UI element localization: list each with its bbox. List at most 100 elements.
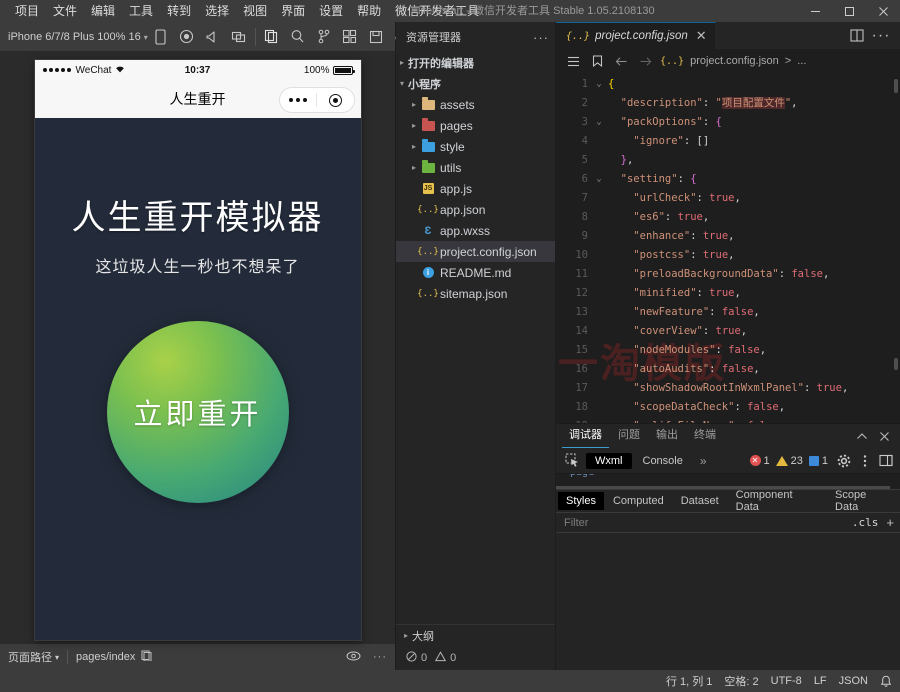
close-icon[interactable] (874, 424, 894, 448)
wxml-horizontal-scrollbar[interactable] (556, 486, 890, 489)
menu-item-7[interactable]: 界面 (274, 0, 312, 22)
explorer-more-icon[interactable]: ··· (533, 30, 549, 45)
devtools-tab-wxml[interactable]: Wxml (586, 453, 632, 469)
info-badge[interactable]: 1 (809, 455, 828, 467)
tree-item-project-config-json[interactable]: {..}project.config.json (396, 241, 555, 262)
code-line[interactable]: "coverView": true, (608, 322, 900, 341)
dock-panel-icon[interactable] (876, 450, 896, 472)
indent-setting[interactable]: 空格: 2 (724, 673, 758, 689)
code-editor[interactable]: ◕ 一淘模版 12345678910111213141516171819 ⌄⌄⌄… (556, 73, 900, 423)
menu-item-9[interactable]: 帮助 (350, 0, 388, 22)
code-line[interactable]: "urlCheck": true, (608, 189, 900, 208)
code-line[interactable]: "newFeature": false, (608, 303, 900, 322)
tree-item-app-js[interactable]: JSapp.js (396, 178, 555, 199)
code-line[interactable]: }, (608, 151, 900, 170)
close-button[interactable] (866, 0, 900, 22)
menu-item-6[interactable]: 视图 (236, 0, 274, 22)
code-line[interactable]: "showShadowRootInWxmlPanel": true, (608, 379, 900, 398)
devtools-more-tabs-icon[interactable]: » (694, 454, 713, 468)
menu-item-1[interactable]: 文件 (46, 0, 84, 22)
bookmark-icon[interactable] (588, 55, 606, 67)
inspect-element-icon[interactable] (560, 451, 584, 471)
save-icon[interactable] (363, 24, 389, 50)
editor-scroll-thumb[interactable] (894, 358, 898, 370)
fold-toggle[interactable]: ⌄ (592, 170, 606, 189)
volume-icon[interactable] (200, 24, 226, 50)
wxml-tree-view[interactable]: <page> (556, 474, 900, 490)
tree-item-pages[interactable]: ▸pages (396, 115, 555, 136)
tree-item-style[interactable]: ▸style (396, 136, 555, 157)
code-line[interactable]: { (608, 75, 900, 94)
close-icon[interactable]: ✕ (696, 28, 707, 44)
code-line[interactable]: "minified": true, (608, 284, 900, 303)
device-selector[interactable]: iPhone 6/7/8 Plus 100% 16▾ (8, 31, 148, 43)
wxml-root-node[interactable]: <page> (564, 474, 600, 478)
styles-subtab-computed[interactable]: Computed (605, 492, 672, 510)
chevron-up-icon[interactable] (852, 424, 872, 448)
menu-item-0[interactable]: 项目 (8, 0, 46, 22)
search-icon[interactable] (285, 24, 311, 50)
code-line[interactable]: "enhance": true, (608, 227, 900, 246)
outline-section[interactable]: ▸ 大纲 (396, 624, 555, 646)
breadcrumb-tail[interactable]: ... (797, 55, 806, 67)
explorer-section-0[interactable]: ▸打开的编辑器 (396, 52, 555, 73)
debugger-tab-3[interactable]: 终端 (687, 424, 723, 448)
code-line[interactable]: "scopeDataCheck": false, (608, 398, 900, 417)
wechat-capsule-menu[interactable] (279, 87, 355, 113)
code-line[interactable]: "postcss": true, (608, 246, 900, 265)
error-badge[interactable]: ✕ 1 (750, 455, 770, 467)
debugger-tab-0[interactable]: 调试器 (562, 424, 609, 448)
menu-item-8[interactable]: 设置 (312, 0, 350, 22)
encoding-setting[interactable]: UTF-8 (771, 675, 802, 687)
styles-subtab-styles[interactable]: Styles (558, 492, 604, 510)
debugger-tab-2[interactable]: 输出 (649, 424, 685, 448)
code-line[interactable]: "es6": true, (608, 208, 900, 227)
tree-item-sitemap-json[interactable]: {..}sitemap.json (396, 283, 555, 304)
filter-input[interactable]: Filter (564, 517, 588, 529)
capsule-more-icon[interactable] (280, 98, 317, 102)
styles-filter-row[interactable]: Filter .cls + (556, 512, 900, 533)
tree-item-app-wxss[interactable]: Ɛapp.wxss (396, 220, 555, 241)
code-lines[interactable]: { "description": "项目配置文件", "packOptions"… (606, 75, 900, 423)
styles-subtab-dataset[interactable]: Dataset (673, 492, 727, 510)
code-line[interactable]: "nodeModules": false, (608, 341, 900, 360)
devtools-tab-console[interactable]: Console (634, 453, 692, 469)
warning-badge[interactable]: 23 (776, 455, 803, 467)
debugger-tab-1[interactable]: 问题 (611, 424, 647, 448)
restart-button[interactable]: 立即重开 (107, 321, 289, 503)
more-actions-icon[interactable]: ··· (870, 22, 892, 49)
fold-markers[interactable]: ⌄⌄⌄ (592, 75, 606, 423)
git-branch-icon[interactable] (311, 24, 337, 50)
more-icon[interactable]: ··· (373, 651, 387, 663)
code-line[interactable]: "description": "项目配置文件", (608, 94, 900, 113)
menu-item-10[interactable]: 微信开发者工具 (388, 0, 486, 22)
kebab-menu-icon[interactable] (855, 450, 875, 472)
eol-setting[interactable]: LF (814, 675, 827, 687)
explorer-section-1[interactable]: ▾小程序 (396, 73, 555, 94)
tree-item-utils[interactable]: ▸utils (396, 157, 555, 178)
tree-item-readme-md[interactable]: iREADME.md (396, 262, 555, 283)
copy-icon[interactable] (259, 24, 285, 50)
capsule-close-icon[interactable] (317, 94, 354, 107)
menu-item-3[interactable]: 工具 (122, 0, 160, 22)
tree-item-assets[interactable]: ▸assets (396, 94, 555, 115)
add-rule-button[interactable]: + (886, 515, 894, 530)
menu-item-2[interactable]: 编辑 (84, 0, 122, 22)
code-line[interactable]: "uglifyFileName": false, (608, 417, 900, 423)
cursor-position[interactable]: 行 1, 列 1 (666, 673, 712, 689)
tree-item-app-json[interactable]: {..}app.json (396, 199, 555, 220)
fold-toggle[interactable]: ⌄ (592, 113, 606, 132)
record-icon[interactable] (174, 24, 200, 50)
breadcrumb-file[interactable]: project.config.json (690, 55, 779, 67)
code-line[interactable]: "ignore": [] (608, 132, 900, 151)
page-path-label[interactable]: 页面路径 (8, 649, 52, 665)
arrow-left-icon[interactable] (612, 56, 630, 67)
phone-icon[interactable] (148, 24, 174, 50)
minimize-button[interactable] (798, 0, 832, 22)
arrow-right-icon[interactable] (636, 56, 654, 67)
menu-icon[interactable] (564, 56, 582, 67)
split-editor-icon[interactable] (846, 22, 868, 49)
code-line[interactable]: "setting": { (608, 170, 900, 189)
settings-gear-icon[interactable] (834, 450, 854, 472)
tab-project-config-json[interactable]: {..} project.config.json ✕ (556, 22, 716, 49)
